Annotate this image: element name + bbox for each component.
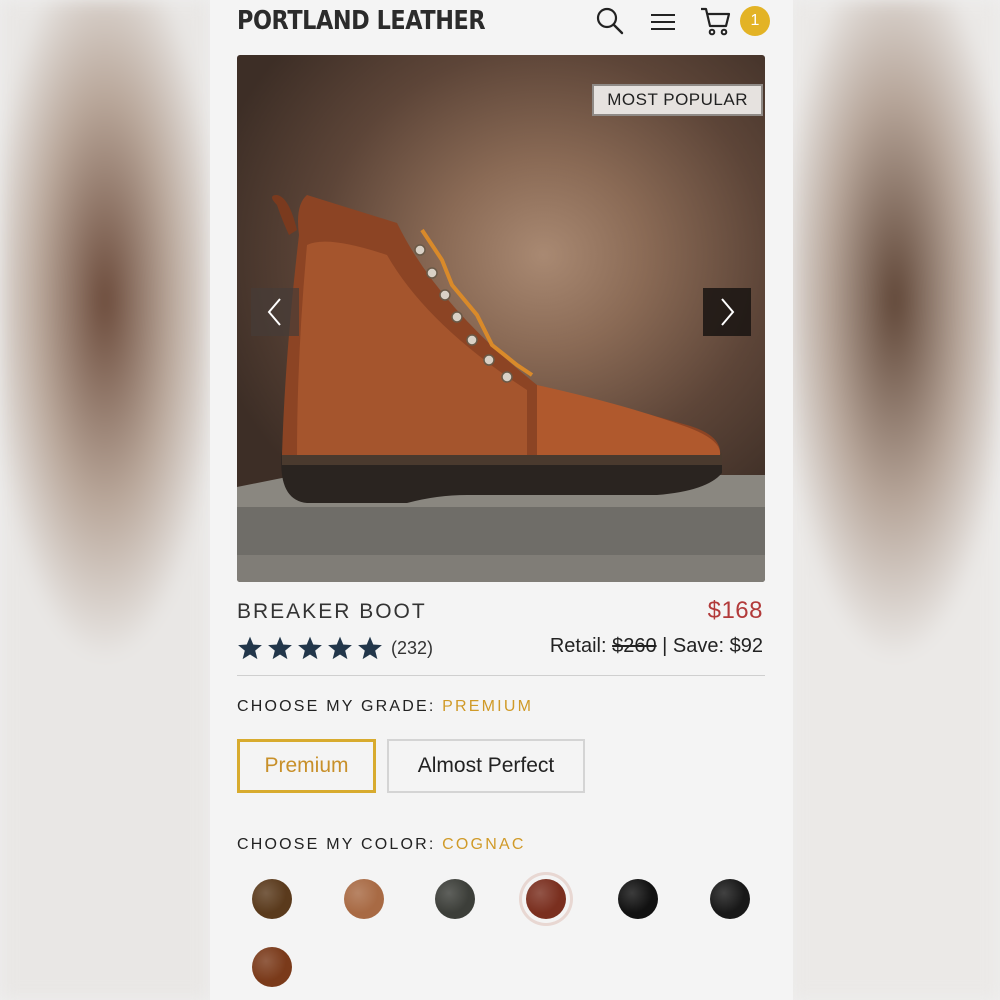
- rating-stars[interactable]: (232): [237, 635, 433, 661]
- cart-icon[interactable]: [700, 6, 731, 36]
- color-swatch[interactable]: [435, 879, 475, 919]
- star-icon: [298, 636, 322, 660]
- color-swatch[interactable]: [526, 879, 566, 919]
- star-icon: [328, 636, 352, 660]
- product-name: BREAKER BOOT: [237, 600, 427, 623]
- background-blur-left: [0, 0, 210, 1000]
- chevron-left-icon: [267, 298, 281, 326]
- color-swatch[interactable]: [618, 879, 658, 919]
- product-image-carousel: MOST POPULAR: [237, 55, 765, 582]
- color-swatch[interactable]: [710, 879, 750, 919]
- brand-logo[interactable]: PORTLAND LEATHER: [237, 6, 486, 36]
- product-price: $168: [707, 597, 763, 624]
- grade-label-text: CHOOSE MY GRADE:: [237, 698, 436, 715]
- star-icon: [358, 636, 382, 660]
- carousel-next-button[interactable]: [703, 288, 751, 336]
- grade-label: CHOOSE MY GRADE: PREMIUM: [237, 698, 533, 716]
- boot-photo: [237, 195, 765, 582]
- search-icon[interactable]: [595, 6, 625, 36]
- retail-savings: Retail: $260 | Save: $92: [550, 635, 763, 658]
- most-popular-badge: MOST POPULAR: [592, 84, 763, 116]
- color-swatch[interactable]: [252, 879, 292, 919]
- carousel-prev-button[interactable]: [251, 288, 299, 336]
- color-label: CHOOSE MY COLOR: COGNAC: [237, 836, 526, 854]
- retail-label: Retail:: [549, 635, 607, 657]
- save-amount: Save: $92: [672, 635, 763, 657]
- review-count[interactable]: (232): [391, 638, 433, 659]
- star-icon: [268, 636, 292, 660]
- product-page: PORTLAND LEATHER 1 MOST POPULAR BREAKER …: [210, 0, 793, 1000]
- color-selected-value: COGNAC: [442, 836, 526, 853]
- chevron-right-icon: [721, 298, 735, 326]
- retail-price: $260: [612, 635, 657, 657]
- color-swatch[interactable]: [344, 879, 384, 919]
- background-blur-right: [790, 0, 1000, 1000]
- price-separator: |: [662, 635, 668, 657]
- site-header: PORTLAND LEATHER 1: [210, 0, 793, 48]
- menu-icon[interactable]: [648, 6, 678, 36]
- color-label-text: CHOOSE MY COLOR:: [237, 836, 436, 853]
- star-icon: [238, 636, 262, 660]
- cart-count-badge[interactable]: 1: [740, 6, 770, 36]
- divider: [237, 675, 765, 676]
- color-swatch[interactable]: [252, 947, 292, 987]
- grade-selected-value: PREMIUM: [442, 698, 534, 715]
- grade-option-premium[interactable]: Premium: [237, 739, 376, 793]
- grade-option-almost-perfect[interactable]: Almost Perfect: [387, 739, 585, 793]
